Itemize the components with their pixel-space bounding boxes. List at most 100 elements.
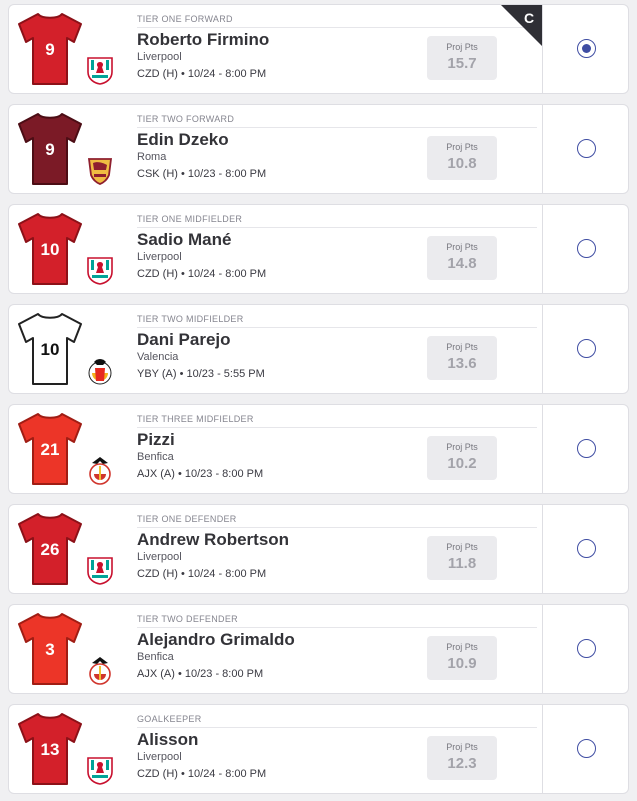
- player-info: 13 GOALKEEPER Alisson Liverpool CZD (H) …: [9, 705, 542, 793]
- match-info: AJX (A) • 10/23 - 8:00 PM: [137, 668, 264, 680]
- liverpool-crest-icon: [86, 255, 114, 285]
- captain-badge: C: [501, 5, 542, 46]
- player-card[interactable]: 10 TIER TWO MIDFIELDER Dani Parejo Valen…: [8, 304, 629, 394]
- valencia-crest-icon: [86, 355, 114, 385]
- player-name[interactable]: Alisson: [137, 730, 198, 750]
- divider: [137, 27, 537, 28]
- select-cell[interactable]: [542, 405, 628, 493]
- divider: [137, 427, 537, 428]
- select-cell[interactable]: [542, 305, 628, 393]
- player-name[interactable]: Roberto Firmino: [137, 30, 269, 50]
- select-radio[interactable]: [577, 639, 596, 658]
- divider: [137, 327, 537, 328]
- projected-points-box: Proj Pts 10.9: [427, 636, 497, 680]
- select-cell[interactable]: [542, 605, 628, 693]
- player-card[interactable]: 21 TIER THREE MIDFIELDER Pizzi Benfica A…: [8, 404, 629, 494]
- tier-label: GOALKEEPER: [137, 714, 202, 724]
- team-name: Liverpool: [137, 251, 182, 263]
- jersey-number: 3: [45, 640, 54, 659]
- player-info: 3 TIER TWO DEFENDER Alejandro Grimaldo B…: [9, 605, 542, 693]
- jersey-number: 21: [41, 440, 60, 459]
- team-name: Liverpool: [137, 751, 182, 763]
- select-cell[interactable]: [542, 205, 628, 293]
- player-info: 10 TIER ONE MIDFIELDER Sadio Mané Liverp…: [9, 205, 542, 293]
- projected-points-value: 13.6: [447, 355, 477, 372]
- jersey-icon: 3: [17, 612, 83, 686]
- projected-points-value: 15.7: [447, 55, 477, 72]
- player-name[interactable]: Sadio Mané: [137, 230, 231, 250]
- projected-points-box: Proj Pts 12.3: [427, 736, 497, 780]
- player-name[interactable]: Andrew Robertson: [137, 530, 289, 550]
- select-radio[interactable]: [577, 739, 596, 758]
- player-card[interactable]: 26 TIER ONE DEFENDER Andrew Robertson Li…: [8, 504, 629, 594]
- liverpool-crest-icon: [86, 55, 114, 85]
- divider: [137, 127, 537, 128]
- projected-points-box: Proj Pts 13.6: [427, 336, 497, 380]
- team-name: Valencia: [137, 351, 179, 363]
- player-info: 9 TIER TWO FORWARD Edin Dzeko Roma CSK (…: [9, 105, 542, 193]
- player-info: 9 TIER ONE FORWARD Roberto Firmino Liver…: [9, 5, 542, 93]
- jersey-number: 9: [45, 140, 54, 159]
- jersey-number: 9: [45, 40, 54, 59]
- jersey-icon: 21: [17, 412, 83, 486]
- select-cell[interactable]: [542, 105, 628, 193]
- player-name[interactable]: Dani Parejo: [137, 330, 231, 350]
- tier-label: TIER THREE MIDFIELDER: [137, 414, 254, 424]
- match-info: CZD (H) • 10/24 - 8:00 PM: [137, 268, 267, 280]
- projected-points-label: Proj Pts: [446, 142, 478, 152]
- player-card[interactable]: 3 TIER TWO DEFENDER Alejandro Grimaldo B…: [8, 604, 629, 694]
- projected-points-label: Proj Pts: [446, 742, 478, 752]
- benfica-crest-icon: [86, 655, 114, 685]
- liverpool-crest-icon: [86, 755, 114, 785]
- projected-points-label: Proj Pts: [446, 342, 478, 352]
- projected-points-box: Proj Pts 10.2: [427, 436, 497, 480]
- player-name[interactable]: Edin Dzeko: [137, 130, 229, 150]
- match-info: YBY (A) • 10/23 - 5:55 PM: [137, 368, 265, 380]
- select-cell[interactable]: [542, 5, 628, 93]
- liverpool-crest-icon: [86, 555, 114, 585]
- select-radio[interactable]: [577, 439, 596, 458]
- select-radio[interactable]: [577, 239, 596, 258]
- player-card[interactable]: 10 TIER ONE MIDFIELDER Sadio Mané Liverp…: [8, 204, 629, 294]
- player-card[interactable]: 9 TIER TWO FORWARD Edin Dzeko Roma CSK (…: [8, 104, 629, 194]
- jersey-number: 10: [41, 340, 60, 359]
- jersey-number: 13: [41, 740, 60, 759]
- player-info: 21 TIER THREE MIDFIELDER Pizzi Benfica A…: [9, 405, 542, 493]
- jersey-icon: 9: [17, 112, 83, 186]
- tier-label: TIER TWO DEFENDER: [137, 614, 238, 624]
- player-info: 26 TIER ONE DEFENDER Andrew Robertson Li…: [9, 505, 542, 593]
- team-name: Liverpool: [137, 551, 182, 563]
- jersey-icon: 10: [17, 212, 83, 286]
- team-name: Roma: [137, 151, 167, 163]
- select-radio[interactable]: [577, 39, 596, 58]
- projected-points-box: Proj Pts 10.8: [427, 136, 497, 180]
- divider: [137, 627, 537, 628]
- captain-label: C: [524, 10, 534, 26]
- projected-points-label: Proj Pts: [446, 642, 478, 652]
- divider: [137, 527, 537, 528]
- projected-points-value: 14.8: [447, 255, 477, 272]
- select-radio[interactable]: [577, 539, 596, 558]
- tier-label: TIER TWO FORWARD: [137, 114, 235, 124]
- select-radio[interactable]: [577, 139, 596, 158]
- player-card[interactable]: 9 TIER ONE FORWARD Roberto Firmino Liver…: [8, 4, 629, 94]
- projected-points-label: Proj Pts: [446, 542, 478, 552]
- jersey-number: 10: [41, 240, 60, 259]
- benfica-crest-icon: [86, 455, 114, 485]
- player-list: 9 TIER ONE FORWARD Roberto Firmino Liver…: [8, 4, 629, 801]
- player-name[interactable]: Pizzi: [137, 430, 175, 450]
- projected-points-box: Proj Pts 14.8: [427, 236, 497, 280]
- tier-label: TIER ONE MIDFIELDER: [137, 214, 243, 224]
- select-cell[interactable]: [542, 705, 628, 793]
- jersey-icon: 26: [17, 512, 83, 586]
- projected-points-value: 11.8: [447, 555, 477, 572]
- jersey-icon: 9: [17, 12, 83, 86]
- player-card[interactable]: 13 GOALKEEPER Alisson Liverpool CZD (H) …: [8, 704, 629, 794]
- select-radio[interactable]: [577, 339, 596, 358]
- player-name[interactable]: Alejandro Grimaldo: [137, 630, 295, 650]
- team-name: Benfica: [137, 651, 174, 663]
- projected-points-value: 10.9: [447, 655, 477, 672]
- select-cell[interactable]: [542, 505, 628, 593]
- projected-points-value: 10.2: [447, 455, 477, 472]
- match-info: CZD (H) • 10/24 - 8:00 PM: [137, 768, 267, 780]
